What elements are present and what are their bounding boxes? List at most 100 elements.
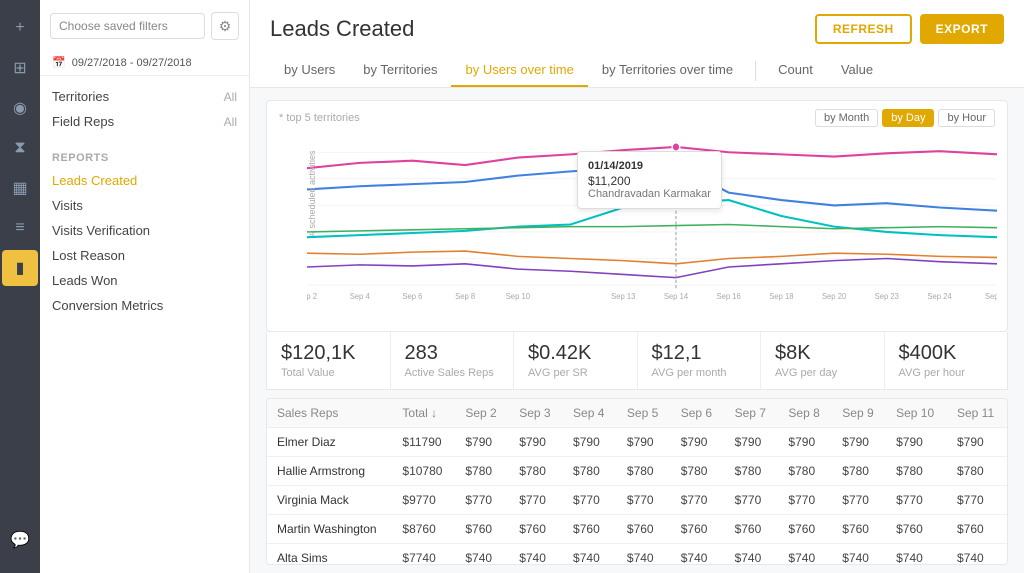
cell-value: $740	[509, 544, 563, 566]
date-range: 📅 09/27/2018 - 09/27/2018	[40, 50, 249, 76]
cell-value: $770	[617, 486, 671, 515]
cell-value: $11790	[392, 428, 455, 457]
cell-value: $790	[617, 428, 671, 457]
table-row: Elmer Diaz$11790$790$790$790$790$790$790…	[267, 428, 1007, 457]
cell-value: $760	[886, 515, 947, 544]
tab-separator	[755, 61, 756, 81]
cell-value: $780	[832, 457, 886, 486]
cell-rep-name: Virginia Mack	[267, 486, 392, 515]
chat-icon[interactable]: 💬	[2, 527, 38, 563]
tab-by-users[interactable]: by Users	[270, 54, 349, 87]
page-title: Leads Created	[270, 16, 414, 42]
territories-section: Territories All Field Reps All	[40, 84, 249, 134]
cell-value: $790	[778, 428, 832, 457]
sidebar-item-visits[interactable]: Visits	[40, 193, 249, 218]
cell-value: $740	[778, 544, 832, 566]
cell-value: $770	[509, 486, 563, 515]
sidebar-item-lost-reason[interactable]: Lost Reason	[40, 243, 249, 268]
stats-row: $120,1K Total Value 283 Active Sales Rep…	[266, 332, 1008, 390]
cell-rep-name: Alta Sims	[267, 544, 392, 566]
cell-value: $780	[778, 457, 832, 486]
calendar-icon[interactable]: ▦	[2, 170, 38, 206]
svg-text:Sep 18: Sep 18	[769, 292, 794, 301]
cell-value: $780	[455, 457, 509, 486]
col-sep3: Sep 3	[509, 399, 563, 428]
chart-container: # scheduled activities 790 780 770 760 7…	[267, 131, 1007, 331]
svg-text:Sep 16: Sep 16	[717, 292, 742, 301]
grid-icon[interactable]: ⊞	[2, 50, 38, 86]
svg-text:Sep 13: Sep 13	[611, 292, 636, 301]
calendar-small-icon: 📅	[52, 56, 66, 69]
cell-value: $770	[832, 486, 886, 515]
cell-value: $790	[509, 428, 563, 457]
sidebar: Choose saved filters ⚙ 📅 09/27/2018 - 09…	[40, 0, 250, 573]
tab-by-territories-over-time[interactable]: by Territories over time	[588, 54, 747, 87]
tab-value[interactable]: Value	[827, 54, 887, 87]
sidebar-item-visits-verification[interactable]: Visits Verification	[40, 218, 249, 243]
cell-value: $740	[725, 544, 779, 566]
cell-value: $760	[509, 515, 563, 544]
svg-text:Sep 26: Sep 26	[985, 292, 997, 301]
export-button[interactable]: EXPORT	[920, 14, 1004, 44]
col-sep5: Sep 5	[617, 399, 671, 428]
col-total[interactable]: Total ↓	[392, 399, 455, 428]
svg-text:Sep 24: Sep 24	[927, 292, 952, 301]
cell-value: $770	[725, 486, 779, 515]
sidebar-item-conversion-metrics[interactable]: Conversion Metrics	[40, 293, 249, 318]
data-table: Sales Reps Total ↓ Sep 2 Sep 3 Sep 4 Sep…	[267, 399, 1007, 565]
cell-value: $770	[671, 486, 725, 515]
filter-icon[interactable]: ⧗	[2, 130, 38, 166]
tab-count[interactable]: Count	[764, 54, 827, 87]
cell-value: $760	[617, 515, 671, 544]
filter-gear-button[interactable]: ⚙	[211, 12, 239, 40]
cell-value: $7740	[392, 544, 455, 566]
btn-by-hour[interactable]: by Hour	[938, 109, 995, 127]
location-icon[interactable]: ◉	[2, 90, 38, 126]
cell-value: $760	[947, 515, 1007, 544]
tab-by-territories[interactable]: by Territories	[349, 54, 451, 87]
svg-text:Sep 20: Sep 20	[822, 292, 847, 301]
refresh-button[interactable]: REFRESH	[815, 14, 912, 44]
chart-note: * top 5 territories	[279, 112, 360, 124]
col-sep7: Sep 7	[725, 399, 779, 428]
cell-rep-name: Martin Washington	[267, 515, 392, 544]
btn-by-day[interactable]: by Day	[882, 109, 934, 127]
fieldreps-row: Field Reps All	[52, 109, 237, 134]
document-icon[interactable]: ≡	[2, 210, 38, 246]
svg-text:Sep 10: Sep 10	[506, 292, 531, 301]
cell-value: $10780	[392, 457, 455, 486]
cell-rep-name: Elmer Diaz	[267, 428, 392, 457]
table-section: Sales Reps Total ↓ Sep 2 Sep 3 Sep 4 Sep…	[266, 398, 1008, 565]
table-row: Alta Sims$7740$740$740$740$740$740$740$7…	[267, 544, 1007, 566]
col-sep9: Sep 9	[832, 399, 886, 428]
chart-svg: 790 780 770 760 750 740	[307, 131, 997, 301]
cell-value: $8760	[392, 515, 455, 544]
sidebar-item-leads-won[interactable]: Leads Won	[40, 268, 249, 293]
col-sales-reps: Sales Reps	[267, 399, 392, 428]
saved-filters-select[interactable]: Choose saved filters	[50, 13, 205, 39]
stat-active-sales-reps: 283 Active Sales Reps	[391, 332, 515, 389]
tab-row: by Users by Territories by Users over ti…	[270, 54, 1004, 87]
cell-value: $780	[563, 457, 617, 486]
col-sep8: Sep 8	[778, 399, 832, 428]
cell-value: $790	[947, 428, 1007, 457]
cell-value: $740	[617, 544, 671, 566]
chart-icon[interactable]: ▮	[2, 250, 38, 286]
col-sep2: Sep 2	[455, 399, 509, 428]
cell-value: $770	[778, 486, 832, 515]
plus-icon[interactable]: +	[2, 10, 38, 46]
cell-value: $760	[455, 515, 509, 544]
cell-value: $740	[947, 544, 1007, 566]
sidebar-item-leads-created[interactable]: Leads Created	[40, 168, 249, 193]
tab-by-users-over-time[interactable]: by Users over time	[451, 54, 587, 87]
stat-avg-per-hour: $400K AVG per hour	[885, 332, 1008, 389]
btn-by-month[interactable]: by Month	[815, 109, 878, 127]
cell-value: $790	[671, 428, 725, 457]
cell-value: $790	[455, 428, 509, 457]
table-row: Martin Washington$8760$760$760$760$760$7…	[267, 515, 1007, 544]
col-sep10: Sep 10	[886, 399, 947, 428]
icon-bar: + ⊞ ◉ ⧗ ▦ ≡ ▮ 💬	[0, 0, 40, 573]
stat-avg-per-day: $8K AVG per day	[761, 332, 885, 389]
col-sep6: Sep 6	[671, 399, 725, 428]
table-body: Elmer Diaz$11790$790$790$790$790$790$790…	[267, 428, 1007, 566]
